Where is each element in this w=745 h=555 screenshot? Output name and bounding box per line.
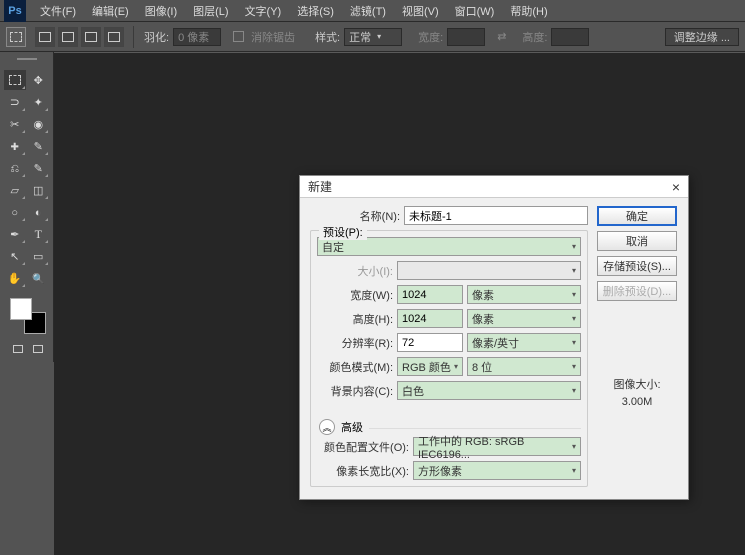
zoom-tool[interactable] (28, 268, 50, 288)
image-size-label: 图像大小: (613, 376, 660, 392)
bit-depth-select[interactable]: 8 位▾ (467, 357, 581, 376)
refine-edge-button[interactable]: 调整边缘 ... (665, 28, 739, 46)
swap-icon: ⇄ (497, 30, 506, 43)
menu-file[interactable]: 文件(F) (32, 3, 84, 19)
image-size-value: 3.00M (613, 396, 660, 408)
dlg-width-unit-select[interactable]: 像素▾ (467, 285, 581, 304)
blur-tool[interactable] (4, 202, 26, 222)
menu-filter[interactable]: 滤镜(T) (342, 3, 394, 19)
size-label: 大小(I): (317, 263, 393, 279)
pixel-aspect-select[interactable]: 方形像素▾ (413, 461, 581, 480)
screenmode-icon[interactable] (30, 342, 46, 356)
antialias-checkbox (233, 31, 244, 42)
menu-help[interactable]: 帮助(H) (502, 3, 555, 19)
shape-tool[interactable] (28, 246, 50, 266)
gradient-tool[interactable] (28, 180, 50, 200)
feather-input[interactable] (173, 28, 221, 46)
ok-button[interactable]: 确定 (597, 206, 677, 226)
dlg-height-unit-select[interactable]: 像素▾ (467, 309, 581, 328)
crop-tool[interactable] (4, 114, 26, 134)
eraser-tool[interactable] (4, 180, 26, 200)
pixel-aspect-label: 像素长宽比(X): (317, 463, 409, 479)
color-mode-label: 颜色模式(M): (317, 359, 393, 375)
dialog-titlebar[interactable]: 新建 × (300, 176, 688, 198)
menu-window[interactable]: 窗口(W) (447, 3, 503, 19)
bool-sub-icon[interactable] (81, 27, 101, 47)
marquee-tool-icon[interactable] (6, 27, 26, 47)
dodge-tool[interactable] (28, 202, 50, 222)
close-icon[interactable]: × (672, 179, 680, 195)
dialog-title: 新建 (308, 178, 332, 195)
preset-label: 预设(P): (319, 224, 367, 240)
color-profile-label: 颜色配置文件(O): (317, 439, 409, 455)
menu-type[interactable]: 文字(Y) (237, 3, 290, 19)
color-swatches[interactable] (10, 298, 46, 334)
height-input (551, 28, 589, 46)
resolution-input[interactable] (397, 333, 463, 352)
height-label: 高度: (522, 29, 547, 45)
bg-content-label: 背景内容(C): (317, 383, 393, 399)
history-brush-tool[interactable] (28, 158, 50, 178)
color-profile-select[interactable]: 工作中的 RGB: sRGB IEC6196...▾ (413, 437, 581, 456)
feather-label: 羽化: (144, 29, 169, 45)
resolution-label: 分辨率(R): (317, 335, 393, 351)
marquee-tool[interactable] (4, 70, 26, 90)
tool-palette (0, 52, 54, 362)
type-tool[interactable] (28, 224, 50, 244)
pen-tool[interactable] (4, 224, 26, 244)
delete-preset-button: 删除预设(D)... (597, 281, 677, 301)
move-tool[interactable] (28, 70, 50, 90)
size-select: ▾ (397, 261, 581, 280)
lasso-tool[interactable] (4, 92, 26, 112)
new-document-dialog: 新建 × 名称(N): 预设(P): 自定▾ 大小(I): ▾ 宽度(W): (299, 175, 689, 500)
brush-tool[interactable] (28, 136, 50, 156)
width-input (447, 28, 485, 46)
options-bar: 羽化: 消除锯齿 样式: 正常▾ 宽度: ⇄ 高度: 调整边缘 ... (0, 22, 745, 52)
path-select-tool[interactable] (4, 246, 26, 266)
dlg-width-input[interactable] (397, 285, 463, 304)
save-preset-button[interactable]: 存储预设(S)... (597, 256, 677, 276)
bool-new-icon[interactable] (35, 27, 55, 47)
menu-bar: Ps 文件(F) 编辑(E) 图像(I) 图层(L) 文字(Y) 选择(S) 滤… (0, 0, 745, 22)
color-mode-select[interactable]: RGB 颜色▾ (397, 357, 463, 376)
wand-tool[interactable] (28, 92, 50, 112)
bool-add-icon[interactable] (58, 27, 78, 47)
dlg-height-label: 高度(H): (317, 311, 393, 327)
palette-grip-icon[interactable] (4, 58, 49, 66)
advanced-label: 高级 (341, 419, 363, 435)
quickmask-icon[interactable] (10, 342, 26, 356)
width-label: 宽度: (418, 29, 443, 45)
app-logo: Ps (4, 0, 26, 22)
foreground-swatch[interactable] (10, 298, 32, 320)
bg-content-select[interactable]: 白色▾ (397, 381, 581, 400)
menu-layer[interactable]: 图层(L) (185, 3, 236, 19)
hand-tool[interactable] (4, 268, 26, 288)
antialias-label: 消除锯齿 (251, 29, 295, 45)
stamp-tool[interactable] (4, 158, 26, 178)
name-input[interactable] (404, 206, 588, 225)
menu-image[interactable]: 图像(I) (137, 3, 185, 19)
name-label: 名称(N): (310, 208, 400, 224)
eyedropper-tool[interactable] (28, 114, 50, 134)
style-select[interactable]: 正常▾ (344, 28, 402, 46)
resolution-unit-select[interactable]: 像素/英寸▾ (467, 333, 581, 352)
menu-select[interactable]: 选择(S) (289, 3, 342, 19)
cancel-button[interactable]: 取消 (597, 231, 677, 251)
menu-edit[interactable]: 编辑(E) (84, 3, 137, 19)
bool-intersect-icon[interactable] (104, 27, 124, 47)
style-label: 样式: (315, 29, 340, 45)
heal-tool[interactable] (4, 136, 26, 156)
dlg-width-label: 宽度(W): (317, 287, 393, 303)
dlg-height-input[interactable] (397, 309, 463, 328)
advanced-toggle-icon[interactable]: ︽ (319, 419, 335, 435)
menu-view[interactable]: 视图(V) (394, 3, 447, 19)
